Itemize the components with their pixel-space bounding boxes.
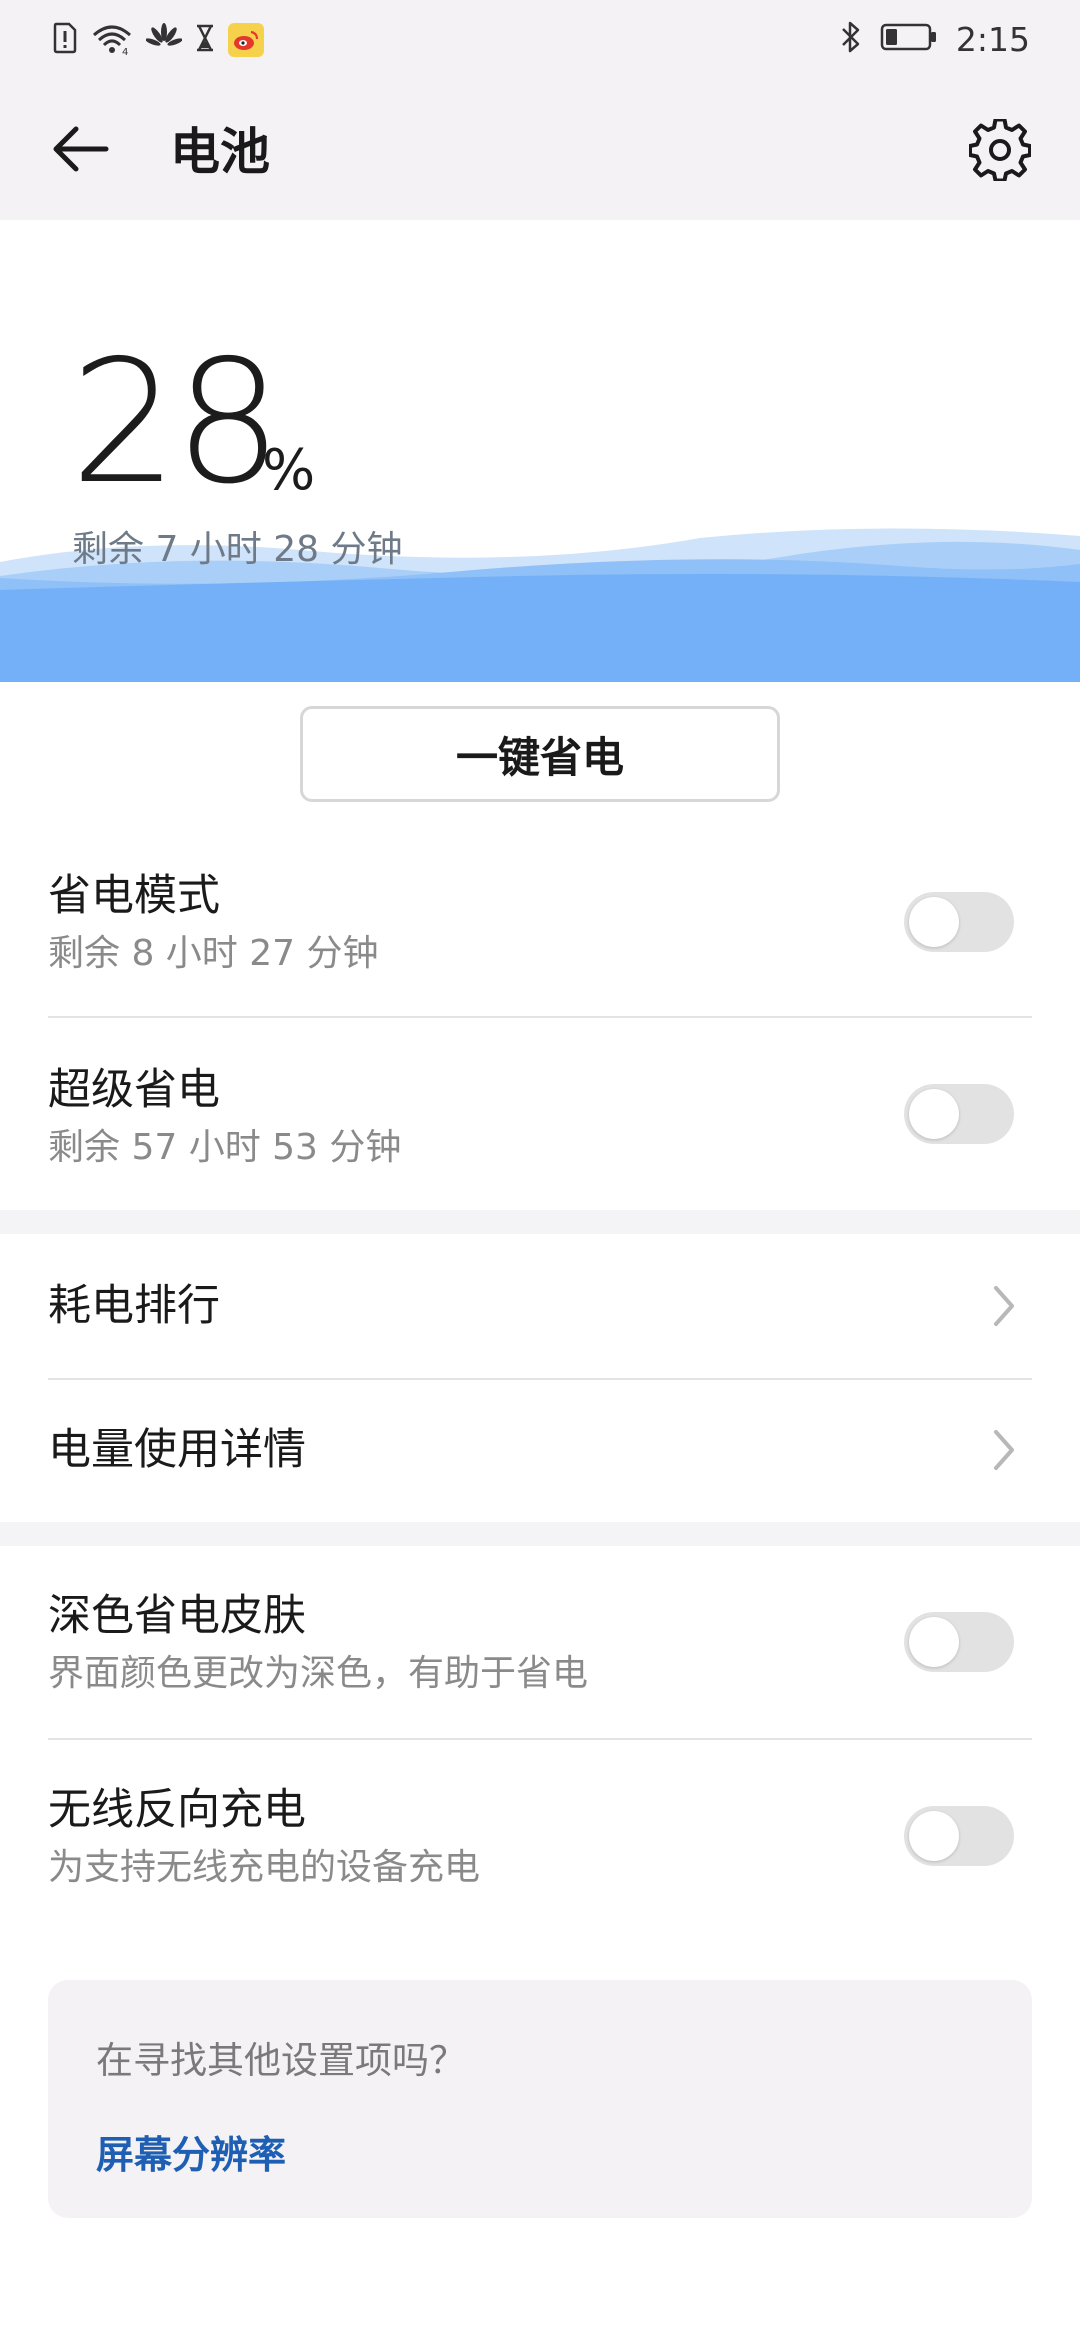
toggle-knob (909, 1089, 959, 1139)
chevron-right-icon (984, 1278, 1024, 1334)
row-title: 无线反向充电 (48, 1785, 306, 1835)
battery-percent: 28 (70, 324, 282, 522)
status-time: 2:15 (955, 19, 1030, 59)
arrow-left-icon (50, 123, 110, 179)
power-saving-mode-toggle[interactable] (904, 892, 1014, 952)
wifi-icon: 4 (90, 21, 134, 59)
percent-sign: % (262, 438, 316, 503)
row-title: 省电模式 (48, 871, 220, 921)
suggestion-question: 在寻找其他设置项吗？ (96, 2039, 466, 2082)
huawei-icon (145, 23, 183, 57)
row-subtitle: 为支持无线充电的设备充电 (48, 1847, 481, 1888)
list-item-wireless-reverse-charging[interactable]: 无线反向充电 为支持无线充电的设备充电 (0, 1740, 1080, 1936)
battery-icon (880, 22, 938, 56)
wireless-reverse-charging-toggle[interactable] (904, 1806, 1014, 1866)
row-subtitle: 界面颜色更改为深色，有助于省电 (48, 1653, 589, 1694)
section-gap (0, 1522, 1080, 1546)
row-subtitle: 剩余 8 小时 27 分钟 (48, 933, 379, 974)
toggle-knob (909, 1811, 959, 1861)
battery-remaining-time: 剩余 7 小时 28 分钟 (72, 529, 403, 570)
screen-resolution-link[interactable]: 屏幕分辨率 (96, 2124, 286, 2179)
row-title: 电量使用详情 (48, 1425, 306, 1475)
app-bar: 电池 (0, 80, 1080, 220)
hourglass-icon (194, 23, 216, 57)
row-title: 耗电排行 (48, 1281, 220, 1331)
sim-alert-icon (52, 22, 78, 58)
bluetooth-icon (840, 20, 862, 58)
settings-button[interactable] (964, 116, 1036, 188)
row-subtitle: 剩余 57 小时 53 分钟 (48, 1127, 402, 1168)
status-icons-left: 4 (52, 20, 264, 60)
battery-hero: 28 % 剩余 7 小时 28 分钟 (0, 220, 1080, 682)
section-gap (0, 1210, 1080, 1234)
list-item-power-ranking[interactable]: 耗电排行 (0, 1234, 1080, 1378)
svg-text:4: 4 (122, 47, 128, 55)
chevron-right-icon (984, 1422, 1024, 1478)
row-title: 深色省电皮肤 (48, 1591, 306, 1641)
suggestion-card: 在寻找其他设置项吗？ 屏幕分辨率 (48, 1980, 1032, 2218)
list-item-dark-power-saving-skin[interactable]: 深色省电皮肤 界面颜色更改为深色，有助于省电 (0, 1546, 1080, 1738)
ultra-power-saving-toggle[interactable] (904, 1084, 1014, 1144)
list-item-battery-usage-details[interactable]: 电量使用详情 (0, 1380, 1080, 1522)
weibo-icon (228, 23, 264, 57)
page-title: 电池 (170, 123, 270, 181)
status-bar: 4 2:15 (0, 0, 1080, 80)
toggle-knob (909, 897, 959, 947)
list-item-power-saving-mode[interactable]: 省电模式 剩余 8 小时 27 分钟 (0, 838, 1080, 1032)
row-title: 超级省电 (48, 1065, 220, 1115)
one-key-power-save-button[interactable]: 一键省电 (300, 706, 780, 802)
gear-icon (968, 117, 1032, 185)
status-icons-right: 2:15 (840, 18, 1030, 60)
list-item-ultra-power-saving[interactable]: 超级省电 剩余 57 小时 53 分钟 (0, 1018, 1080, 1208)
back-button[interactable] (44, 115, 116, 187)
toggle-knob (909, 1617, 959, 1667)
dark-skin-toggle[interactable] (904, 1612, 1014, 1672)
